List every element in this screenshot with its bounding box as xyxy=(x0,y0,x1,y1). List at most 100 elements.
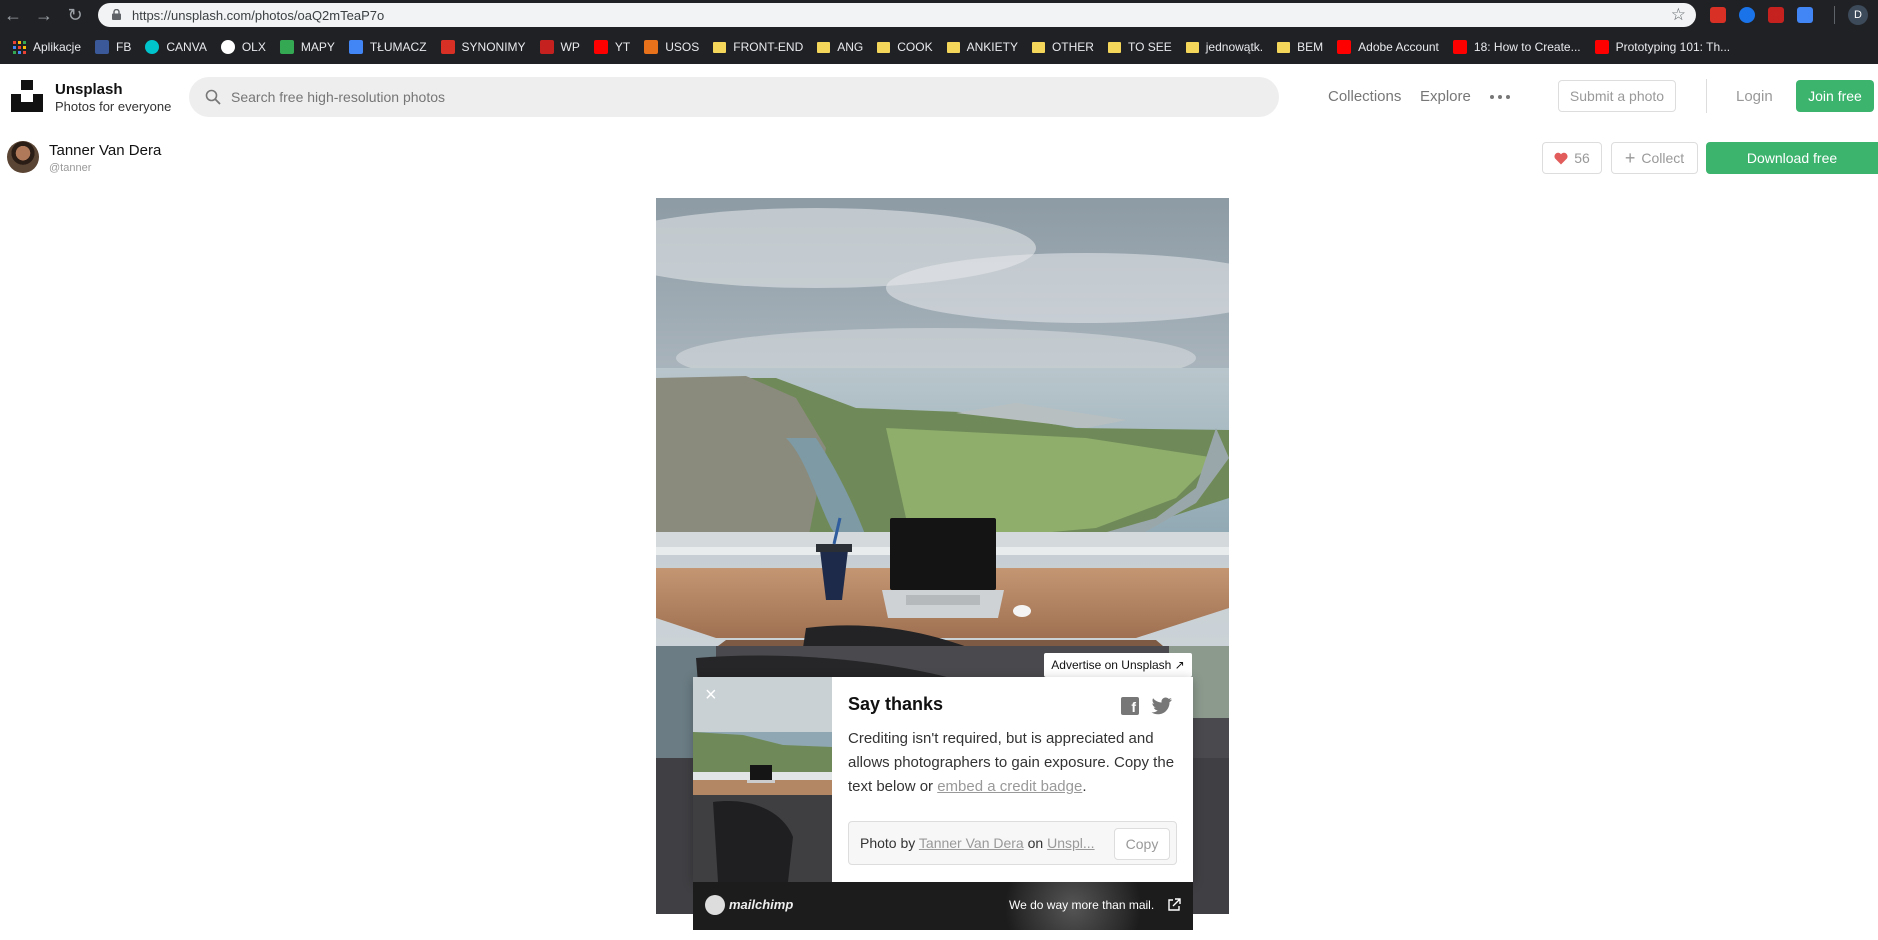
author-avatar[interactable] xyxy=(7,141,39,173)
lock-icon xyxy=(112,9,121,20)
bookmark-label: ANKIETY xyxy=(966,40,1018,54)
bookmark-label: FB xyxy=(116,40,132,54)
collect-button[interactable]: + Collect xyxy=(1611,142,1698,174)
folder-icon xyxy=(713,41,727,53)
like-count: 56 xyxy=(1574,150,1590,166)
copy-button[interactable]: Copy xyxy=(1114,828,1170,860)
bookmark-label: FRONT-END xyxy=(733,40,804,54)
bookmark-item[interactable]: Adobe Account xyxy=(1330,34,1446,60)
credit-author-link[interactable]: Tanner Van Dera xyxy=(919,835,1024,851)
twitter-share-icon[interactable] xyxy=(1151,697,1173,715)
folder-icon xyxy=(1031,41,1045,53)
modal-title: Say thanks xyxy=(848,694,944,714)
bookmark-label: YT xyxy=(614,40,631,54)
facebook-share-icon[interactable]: f xyxy=(1121,697,1139,715)
extension-icon[interactable] xyxy=(1710,7,1726,23)
close-icon[interactable]: × xyxy=(705,685,717,705)
embed-badge-link[interactable]: embed a credit badge xyxy=(937,778,1082,795)
bookmark-label: WP xyxy=(560,40,580,54)
olx-icon xyxy=(220,40,235,54)
modal-body-text: Crediting isn't required, but is appreci… xyxy=(848,727,1178,799)
unsplash-logo-icon[interactable] xyxy=(11,80,43,112)
bookmark-label: TO SEE xyxy=(1127,40,1172,54)
bookmark-item[interactable]: FRONT-END xyxy=(706,34,810,60)
bookmark-label: COOK xyxy=(897,40,933,54)
bookmark-item[interactable]: YT xyxy=(587,34,637,60)
plus-icon: + xyxy=(1624,148,1636,168)
bookmark-label: 18: How to Create... xyxy=(1473,40,1581,54)
url-text: https://unsplash.com/photos/oaQ2mTeaP7o xyxy=(132,8,385,23)
bookmark-item[interactable]: ANKIETY xyxy=(940,34,1025,60)
bookmark-item[interactable]: COOK xyxy=(870,34,939,60)
external-link-icon xyxy=(1168,898,1181,911)
reload-icon[interactable]: ↻ xyxy=(64,4,86,26)
bookmark-item[interactable]: USOS xyxy=(637,34,706,60)
react-devtools-icon[interactable] xyxy=(1739,7,1755,23)
bookmark-label: Adobe Account xyxy=(1358,40,1439,54)
bookmark-item[interactable]: ANG xyxy=(810,34,870,60)
profile-avatar[interactable]: D xyxy=(1848,5,1868,25)
sponsor-tagline: We do way more than mail. xyxy=(1009,898,1155,912)
canva-icon xyxy=(145,40,160,54)
bookmark-label: OTHER xyxy=(1051,40,1094,54)
search-bar[interactable] xyxy=(189,77,1279,117)
folder-icon xyxy=(1107,41,1121,53)
apps-grid-icon xyxy=(13,40,26,54)
bookmark-item[interactable]: Aplikacje xyxy=(6,34,88,60)
folder-icon xyxy=(817,41,831,53)
adobe-icon xyxy=(1337,40,1352,54)
credit-text-box[interactable]: Photo by Tanner Van Dera on Unspl... Cop… xyxy=(848,821,1177,865)
collect-label: Collect xyxy=(1641,150,1685,166)
bookmark-item[interactable]: FB xyxy=(88,34,138,60)
header-divider xyxy=(1706,79,1707,113)
address-bar[interactable]: https://unsplash.com/photos/oaQ2mTeaP7o … xyxy=(98,3,1696,27)
sponsor-banner[interactable]: mailchimp We do way more than mail. xyxy=(693,882,1193,930)
translate-icon xyxy=(348,40,363,54)
credit-middle: on xyxy=(1023,835,1048,851)
bookmark-item[interactable]: MAPY xyxy=(273,34,342,60)
advertise-link[interactable]: Advertise on Unsplash ↗ xyxy=(1044,653,1192,677)
youtube-icon xyxy=(593,40,608,54)
bookmark-item[interactable]: TO SEE xyxy=(1101,34,1179,60)
submit-photo-button[interactable]: Submit a photo xyxy=(1558,80,1676,112)
like-button[interactable]: 56 xyxy=(1542,142,1602,174)
forward-icon[interactable]: → xyxy=(33,4,55,26)
login-link[interactable]: Login xyxy=(1736,88,1773,105)
youtube-extension-icon[interactable] xyxy=(1768,7,1784,23)
download-button[interactable]: Download free xyxy=(1706,142,1878,174)
brand-tagline: Photos for everyone xyxy=(55,99,172,114)
folder-icon xyxy=(1185,41,1199,53)
bookmark-label: Aplikacje xyxy=(33,40,82,54)
bookmark-item[interactable]: 18: How to Create... xyxy=(1446,34,1588,60)
join-button[interactable]: Join free xyxy=(1796,80,1874,112)
bookmark-star-icon[interactable]: ☆ xyxy=(1671,5,1686,25)
search-input[interactable] xyxy=(231,77,1231,117)
bookmark-item[interactable]: BEM xyxy=(1270,34,1330,60)
bookmark-item[interactable]: TŁUMACZ xyxy=(342,34,434,60)
credit-prefix: Photo by xyxy=(860,835,919,851)
bookmark-item[interactable]: OTHER xyxy=(1025,34,1101,60)
brand-name[interactable]: Unsplash xyxy=(55,81,123,98)
folder-icon xyxy=(877,41,891,53)
author-handle[interactable]: @tanner xyxy=(49,162,91,174)
adobe-icon xyxy=(1594,40,1609,54)
nav-collections[interactable]: Collections xyxy=(1328,88,1401,105)
bookmark-label: ANG xyxy=(837,40,864,54)
bookmark-label: TŁUMACZ xyxy=(369,40,427,54)
bookmark-item[interactable]: CANVA xyxy=(138,34,213,60)
more-menu-icon[interactable] xyxy=(1490,95,1510,99)
bookmark-item[interactable]: jednowątk. xyxy=(1179,34,1270,60)
bookmark-label: BEM xyxy=(1297,40,1324,54)
heart-icon xyxy=(1554,152,1568,164)
back-icon[interactable]: ← xyxy=(2,4,24,26)
search-icon xyxy=(205,89,221,105)
author-name[interactable]: Tanner Van Dera xyxy=(49,142,161,159)
bookmark-item[interactable]: SYNONIMY xyxy=(434,34,533,60)
nav-explore[interactable]: Explore xyxy=(1420,88,1471,105)
bookmark-item[interactable]: Prototyping 101: Th... xyxy=(1588,34,1738,60)
translate-extension-icon[interactable] xyxy=(1797,7,1813,23)
bookmark-item[interactable]: WP xyxy=(533,34,587,60)
maps-icon xyxy=(279,40,294,54)
bookmark-item[interactable]: OLX xyxy=(214,34,273,60)
credit-site-link[interactable]: Unspl... xyxy=(1047,835,1094,851)
